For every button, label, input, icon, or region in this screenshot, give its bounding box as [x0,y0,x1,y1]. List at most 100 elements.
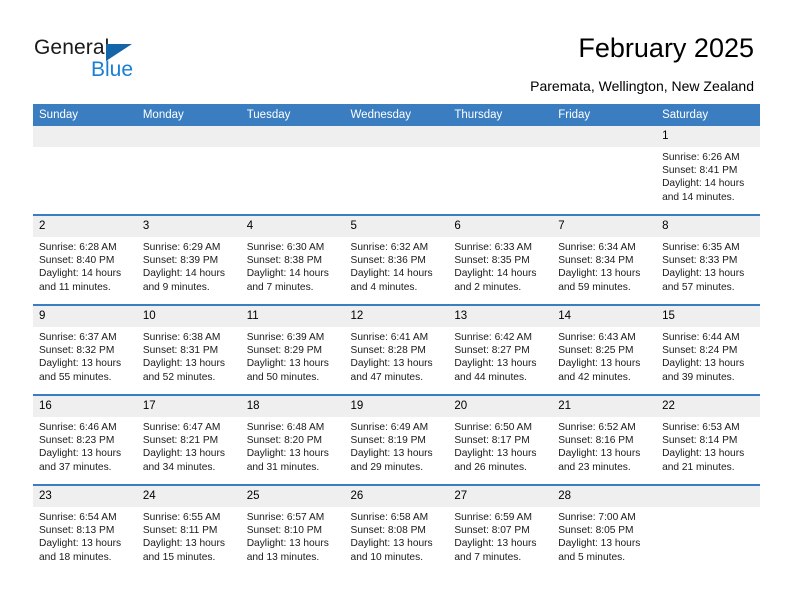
sunrise-text: Sunrise: 6:37 AM [39,332,117,343]
weekday-header-wednesday: Wednesday [344,104,449,126]
day-number [552,126,657,147]
sunset-text: Sunset: 8:38 PM [246,255,323,267]
day-details: Sunrise: 6:34 AM Sunset: 8:34 PM Daylight:… [552,237,656,294]
calendar-day-cell[interactable]: 27 Sunrise: 6:59 AM Sunset: 8:07 PM Dayligh… [448,485,553,574]
sunrise-text: Sunrise: 6:44 AM [662,332,740,343]
sunrise-text: Sunrise: 7:00 AM [558,512,636,523]
sunrise-text: Sunrise: 6:38 AM [142,332,221,343]
calendar-day-cell[interactable]: 22 Sunrise: 6:53 AM Sunset: 8:14 PM Dayligh… [656,395,760,485]
sunset-text: Sunset: 8:24 PM [662,345,738,357]
page-subtitle: Paremata, Wellington, New Zealand [530,78,754,94]
calendar-day-cell[interactable]: 26 Sunrise: 6:58 AM Sunset: 8:08 PM Dayligh… [344,485,449,574]
day-details: Sunrise: 7:00 AM Sunset: 8:05 PM Daylight:… [552,507,656,564]
calendar-day-cell[interactable]: 8 Sunrise: 6:35 AM Sunset: 8:33 PM Daylight… [656,215,760,305]
calendar-day-cell[interactable]: 5 Sunrise: 6:32 AM Sunset: 8:36 PM Daylight… [344,215,449,305]
calendar-day-cell[interactable]: 19 Sunrise: 6:49 AM Sunset: 8:19 PM Dayligh… [344,395,449,485]
sunset-text: Sunset: 8:33 PM [662,255,738,267]
weekday-header-tuesday: Tuesday [240,104,345,126]
day-details: Sunrise: 6:48 AM Sunset: 8:20 PM Daylight:… [241,417,345,474]
calendar-day-cell[interactable]: 20 Sunrise: 6:50 AM Sunset: 8:17 PM Dayligh… [448,395,553,485]
day-number: 4 [240,216,345,237]
calendar-empty-cell [552,126,657,215]
calendar-day-cell[interactable]: 25 Sunrise: 6:57 AM Sunset: 8:10 PM Dayligh… [240,485,345,574]
calendar-day-cell[interactable]: 1 Sunrise: 6:26 AM Sunset: 8:41 PM Daylight… [656,126,760,215]
weekday-header-sunday: Sunday [33,104,137,126]
sunset-text: Sunset: 8:07 PM [454,525,530,537]
day-number: 2 [33,216,137,237]
day-number: 7 [552,216,657,237]
calendar-day-cell[interactable]: 24 Sunrise: 6:55 AM Sunset: 8:11 PM Dayligh… [136,485,241,574]
day-details: Sunrise: 6:38 AM Sunset: 8:31 PM Daylight:… [137,327,241,384]
sunset-text: Sunset: 8:39 PM [142,255,219,267]
day-number: 14 [552,306,657,327]
sunrise-text: Sunrise: 6:47 AM [142,422,221,433]
calendar-day-cell[interactable]: 9 Sunrise: 6:37 AM Sunset: 8:32 PM Daylight… [33,305,137,395]
calendar-day-cell[interactable]: 2 Sunrise: 6:28 AM Sunset: 8:40 PM Daylight… [33,215,137,305]
daylight-text: Daylight: 13 hours and 15 minutes. [142,538,225,563]
daylight-text: Daylight: 13 hours and 44 minutes. [454,358,537,383]
daylight-text: Daylight: 14 hours and 7 minutes. [246,268,329,293]
day-details: Sunrise: 6:52 AM Sunset: 8:16 PM Daylight:… [552,417,656,474]
day-number [136,126,241,147]
calendar-day-cell[interactable]: 13 Sunrise: 6:42 AM Sunset: 8:27 PM Dayligh… [448,305,553,395]
calendar-day-cell[interactable]: 12 Sunrise: 6:41 AM Sunset: 8:28 PM Dayligh… [344,305,449,395]
daylight-text: Daylight: 13 hours and 37 minutes. [39,448,122,473]
calendar-day-cell[interactable]: 3 Sunrise: 6:29 AM Sunset: 8:39 PM Daylight… [136,215,241,305]
day-number [448,126,553,147]
day-details: Sunrise: 6:50 AM Sunset: 8:17 PM Daylight:… [448,417,552,474]
sunrise-text: Sunrise: 6:52 AM [558,422,636,433]
sunrise-text: Sunrise: 6:59 AM [454,512,532,523]
sunset-text: Sunset: 8:28 PM [350,345,426,357]
daylight-text: Daylight: 13 hours and 29 minutes. [350,448,433,473]
calendar-day-cell[interactable]: 7 Sunrise: 6:34 AM Sunset: 8:34 PM Daylight… [552,215,657,305]
calendar-day-cell[interactable]: 18 Sunrise: 6:48 AM Sunset: 8:20 PM Dayligh… [240,395,345,485]
sunrise-text: Sunrise: 6:28 AM [39,242,117,253]
daylight-text: Daylight: 13 hours and 50 minutes. [246,358,329,383]
sunset-text: Sunset: 8:32 PM [39,345,115,357]
sunset-text: Sunset: 8:27 PM [454,345,530,357]
day-number: 5 [344,216,449,237]
sunrise-text: Sunrise: 6:33 AM [454,242,532,253]
sunset-text: Sunset: 8:34 PM [558,255,634,267]
day-details: Sunrise: 6:46 AM Sunset: 8:23 PM Daylight:… [33,417,137,474]
calendar-day-cell[interactable]: 17 Sunrise: 6:47 AM Sunset: 8:21 PM Dayligh… [136,395,241,485]
day-number [33,126,137,147]
calendar-day-cell[interactable]: 23 Sunrise: 6:54 AM Sunset: 8:13 PM Dayligh… [33,485,137,574]
calendar-day-cell[interactable]: 28 Sunrise: 7:00 AM Sunset: 8:05 PM Dayligh… [552,485,657,574]
calendar-day-cell[interactable]: 4 Sunrise: 6:30 AM Sunset: 8:38 PM Daylight… [240,215,345,305]
daylight-text: Daylight: 13 hours and 7 minutes. [454,538,537,563]
calendar-day-cell[interactable]: 11 Sunrise: 6:39 AM Sunset: 8:29 PM Dayligh… [240,305,345,395]
daylight-text: Daylight: 13 hours and 23 minutes. [558,448,641,473]
calendar-day-cell[interactable]: 6 Sunrise: 6:33 AM Sunset: 8:35 PM Daylight… [448,215,553,305]
day-number: 20 [448,396,553,417]
sunset-text: Sunset: 8:13 PM [39,525,115,537]
calendar-page: General Blue February 2025 Paremata, Wel… [0,0,792,612]
calendar-day-cell[interactable]: 16 Sunrise: 6:46 AM Sunset: 8:23 PM Dayligh… [33,395,137,485]
calendar-week-row: 9 Sunrise: 6:37 AM Sunset: 8:32 PM Daylight… [33,305,760,395]
sunset-text: Sunset: 8:41 PM [662,165,738,177]
day-number: 22 [656,396,760,417]
sunrise-text: Sunrise: 6:26 AM [662,152,740,163]
daylight-text: Daylight: 13 hours and 18 minutes. [39,538,122,563]
daylight-text: Daylight: 13 hours and 13 minutes. [246,538,329,563]
day-number [240,126,345,147]
day-details: Sunrise: 6:41 AM Sunset: 8:28 PM Daylight:… [345,327,449,384]
sunrise-text: Sunrise: 6:30 AM [246,242,325,253]
calendar-empty-cell [656,485,760,574]
daylight-text: Daylight: 13 hours and 26 minutes. [454,448,537,473]
calendar-header-row: Sunday Monday Tuesday Wednesday Thursday Frid… [33,104,760,126]
calendar-day-cell[interactable]: 14 Sunrise: 6:43 AM Sunset: 8:25 PM Dayligh… [552,305,657,395]
weekday-header-thursday: Thursday [448,104,553,126]
calendar-day-cell[interactable]: 21 Sunrise: 6:52 AM Sunset: 8:16 PM Dayligh… [552,395,657,485]
sunrise-text: Sunrise: 6:57 AM [246,512,325,523]
calendar-week-row: 2 Sunrise: 6:28 AM Sunset: 8:40 PM Daylight… [33,215,760,305]
brand-logo[interactable]: General Blue [34,36,214,88]
sunset-text: Sunset: 8:11 PM [142,525,218,537]
calendar-day-cell[interactable]: 15 Sunrise: 6:44 AM Sunset: 8:24 PM Dayligh… [656,305,760,395]
calendar-day-cell[interactable]: 10 Sunrise: 6:38 AM Sunset: 8:31 PM Dayligh… [136,305,241,395]
brand-name-primary: General [34,36,110,59]
page-title: February 2025 [578,33,754,63]
daylight-text: Daylight: 14 hours and 4 minutes. [350,268,433,293]
daylight-text: Daylight: 14 hours and 9 minutes. [142,268,225,293]
day-number [344,126,449,147]
